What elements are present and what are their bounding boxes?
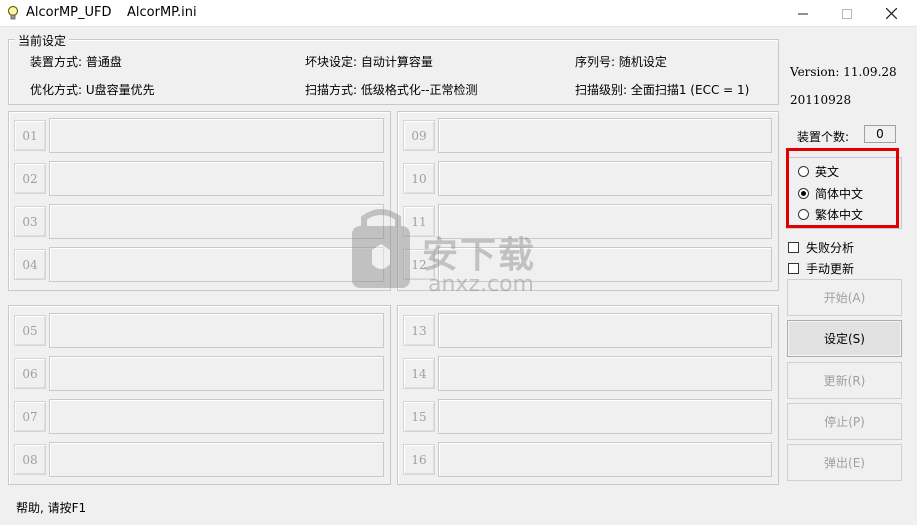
update-button[interactable]: 更新(R): [787, 362, 902, 399]
port-button-14[interactable]: 14: [403, 358, 435, 389]
fail-analysis-label: 失败分析: [806, 240, 855, 255]
port-button-02[interactable]: 02: [14, 163, 46, 194]
start-button[interactable]: 开始(A): [787, 279, 902, 316]
port-slot-16: 16: [398, 440, 775, 479]
port-status-04: [49, 247, 384, 282]
maximize-icon: [842, 8, 852, 19]
device-count-label: 装置个数:: [797, 130, 850, 144]
port-slot-13: 13: [398, 311, 775, 350]
port-slot-08: 08: [9, 440, 387, 479]
bad-block-text: 坏块设定: 自动计算容量: [305, 55, 433, 69]
port-slot-06: 06: [9, 354, 387, 393]
port-slot-01: 01: [9, 116, 387, 155]
watermark-domain: anxz.com: [428, 272, 534, 297]
highlight-box: [786, 148, 899, 228]
port-status-06: [49, 356, 384, 391]
port-status-13: [438, 313, 772, 348]
stop-button[interactable]: 停止(P): [787, 403, 902, 440]
port-status-09: [438, 118, 772, 153]
port-status-07: [49, 399, 384, 434]
port-button-03[interactable]: 03: [14, 206, 46, 237]
current-settings-title: 当前设定: [15, 32, 70, 49]
port-slot-02: 02: [9, 159, 387, 198]
port-status-03: [49, 204, 384, 239]
watermark: 安下载 anxz.com: [350, 208, 570, 303]
port-status-10: [438, 161, 772, 196]
manual-update-option[interactable]: 手动更新: [788, 259, 854, 277]
minimize-button[interactable]: [780, 0, 826, 27]
port-slot-04: 04: [9, 245, 387, 284]
port-button-06[interactable]: 06: [14, 358, 46, 389]
serial-text: 序列号: 随机设定: [575, 55, 667, 69]
title-bar: AlcorMP_UFD AlcorMP.ini: [0, 0, 917, 27]
device-mode-text: 装置方式: 普通盘: [30, 55, 122, 69]
port-slot-15: 15: [398, 397, 775, 436]
settings-button[interactable]: 设定(S): [787, 320, 902, 357]
close-icon: [885, 8, 897, 19]
port-button-01[interactable]: 01: [14, 120, 46, 151]
port-slot-14: 14: [398, 354, 775, 393]
port-status-15: [438, 399, 772, 434]
build-date-text: 20110928: [790, 93, 852, 107]
port-button-10[interactable]: 10: [403, 163, 435, 194]
watermark-title: 安下载: [422, 235, 537, 276]
window-title: AlcorMP_UFD: [26, 5, 112, 20]
port-slot-07: 07: [9, 397, 387, 436]
port-status-05: [49, 313, 384, 348]
port-slot-10: 10: [398, 159, 775, 198]
port-button-13[interactable]: 13: [403, 315, 435, 346]
manual-update-label: 手动更新: [806, 261, 855, 276]
port-button-05[interactable]: 05: [14, 315, 46, 346]
status-bar-text: 帮助, 请按F1: [16, 501, 87, 515]
window-subtitle: AlcorMP.ini: [127, 5, 197, 20]
port-status-01: [49, 118, 384, 153]
version-text: Version: 11.09.28: [790, 65, 897, 79]
fail-analysis-checkbox[interactable]: [788, 241, 799, 253]
manual-update-checkbox[interactable]: [788, 262, 799, 274]
fail-analysis-option[interactable]: 失败分析: [788, 238, 854, 256]
maximize-button[interactable]: [824, 0, 870, 27]
port-status-16: [438, 442, 772, 477]
minimize-icon: [798, 13, 808, 14]
lightbulb-icon: [6, 5, 20, 21]
scan-level-text: 扫描级别: 全面扫描1 (ECC = 1): [575, 83, 750, 97]
port-button-15[interactable]: 15: [403, 401, 435, 432]
scan-mode-text: 扫描方式: 低级格式化--正常检测: [305, 83, 478, 97]
port-slot-03: 03: [9, 202, 387, 241]
port-slot-09: 09: [398, 116, 775, 155]
close-button[interactable]: [868, 0, 914, 27]
port-button-09[interactable]: 09: [403, 120, 435, 151]
port-slot-05: 05: [9, 311, 387, 350]
port-status-14: [438, 356, 772, 391]
port-button-16[interactable]: 16: [403, 444, 435, 475]
device-count-box: 0: [864, 125, 896, 143]
port-button-07[interactable]: 07: [14, 401, 46, 432]
port-button-08[interactable]: 08: [14, 444, 46, 475]
eject-button[interactable]: 弹出(E): [787, 444, 902, 481]
port-status-02: [49, 161, 384, 196]
device-count-value: 0: [876, 127, 884, 141]
port-button-04[interactable]: 04: [14, 249, 46, 280]
port-status-08: [49, 442, 384, 477]
optimize-text: 优化方式: U盘容量优先: [30, 83, 155, 97]
